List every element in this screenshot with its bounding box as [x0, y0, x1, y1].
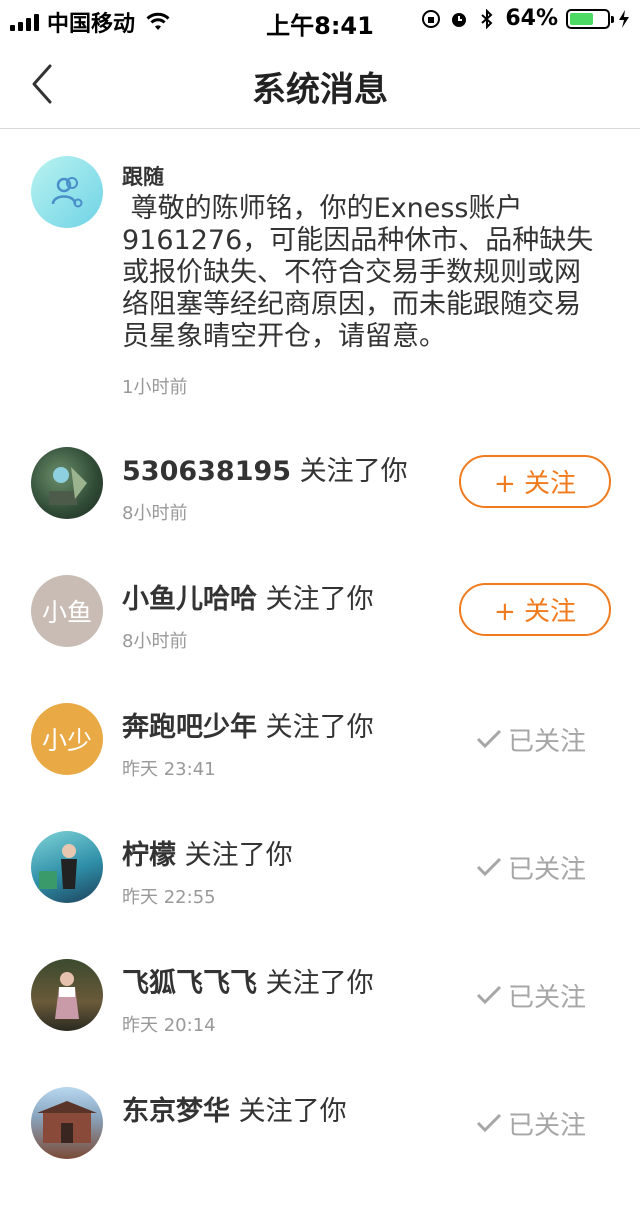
- followed-label: 已关注: [508, 726, 587, 757]
- message-time: 1小时前: [122, 377, 188, 398]
- orientation-lock-icon: [422, 9, 441, 28]
- row-time: 昨天 22:55: [122, 887, 216, 908]
- avatar[interactable]: [31, 959, 103, 1031]
- list-item[interactable]: 530638195 关注了你 8小时前 + 关注: [0, 447, 640, 575]
- check-icon: [476, 729, 502, 749]
- followed-status: 已关注: [476, 975, 586, 1015]
- battery-icon: [566, 8, 614, 29]
- list-item[interactable]: 柠檬 关注了你 昨天 22:55 已关注: [0, 831, 640, 959]
- list-item[interactable]: 东京梦华 关注了你 已关注: [0, 1087, 640, 1215]
- list-item[interactable]: 小鱼 小鱼儿哈哈 关注了你 8小时前 + 关注: [0, 575, 640, 703]
- user-name[interactable]: 飞狐飞飞飞: [122, 968, 257, 999]
- status-bar: 中国移动 上午8:41 64%: [0, 0, 640, 40]
- avatar[interactable]: [31, 1087, 103, 1159]
- row-time: 8小时前: [122, 503, 188, 524]
- list-item[interactable]: 飞狐飞飞飞 关注了你 昨天 20:14 已关注: [0, 959, 640, 1087]
- user-name[interactable]: 奔跑吧少年: [122, 712, 257, 743]
- followed-label: 已关注: [508, 982, 587, 1013]
- action-text: 关注了你: [230, 1096, 347, 1127]
- user-name[interactable]: 柠檬: [122, 840, 176, 871]
- check-icon: [476, 985, 502, 1005]
- check-icon: [476, 857, 502, 877]
- user-name[interactable]: 东京梦华: [122, 1096, 230, 1127]
- alarm-icon: [452, 12, 467, 27]
- action-text: 关注了你: [176, 840, 293, 871]
- user-name[interactable]: 小鱼儿哈哈: [122, 584, 257, 615]
- list-item[interactable]: 小少 奔跑吧少年 关注了你 昨天 23:41 已关注: [0, 703, 640, 831]
- avatar[interactable]: 小鱼: [31, 575, 103, 647]
- followed-status: 已关注: [476, 1103, 586, 1143]
- check-icon: [476, 1113, 502, 1133]
- charging-icon: [619, 9, 629, 28]
- followed-label: 已关注: [508, 854, 587, 885]
- page-title: 系统消息: [252, 70, 388, 110]
- action-text: 关注了你: [291, 456, 408, 487]
- battery-percent: 64%: [505, 6, 558, 31]
- follow-button[interactable]: + 关注: [459, 455, 611, 508]
- followed-status: 已关注: [476, 847, 586, 887]
- avatar[interactable]: 小少: [31, 703, 103, 775]
- message-sender: 跟随: [122, 165, 164, 189]
- row-time: 昨天 23:41: [122, 759, 216, 780]
- follow-users-icon: [31, 156, 103, 228]
- follow-button[interactable]: + 关注: [459, 583, 611, 636]
- avatar[interactable]: [31, 831, 103, 903]
- row-time: 8小时前: [122, 631, 188, 652]
- followed-status: 已关注: [476, 719, 586, 759]
- row-time: 昨天 20:14: [122, 1015, 216, 1036]
- action-text: 关注了你: [257, 968, 374, 999]
- user-name[interactable]: 530638195: [122, 456, 291, 487]
- avatar[interactable]: [31, 447, 103, 519]
- action-text: 关注了你: [257, 584, 374, 615]
- system-message: 跟随 尊敬的陈师铭，你的Exness账户 9161276，可能因品种休市、品种缺…: [0, 129, 640, 409]
- bluetooth-icon: [481, 8, 493, 29]
- action-text: 关注了你: [257, 712, 374, 743]
- message-content: 尊敬的陈师铭，你的Exness账户 9161276，可能因品种休市、品种缺失 或…: [122, 193, 594, 352]
- nav-bar: 系统消息: [0, 40, 640, 129]
